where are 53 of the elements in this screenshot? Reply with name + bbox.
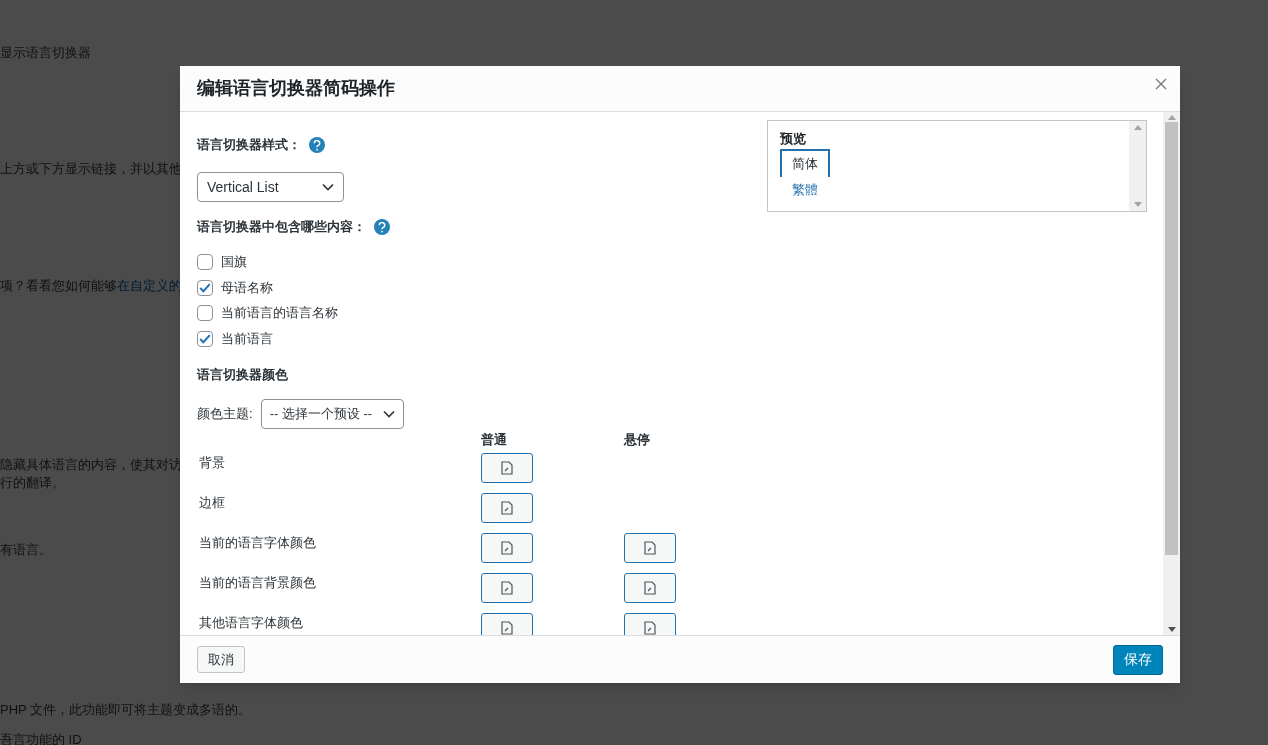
color-picker-button[interactable] [624, 613, 676, 635]
color-row-label: 当前的语言字体颜色 [199, 535, 316, 550]
color-row-label: 其他语言字体颜色 [199, 615, 303, 630]
preview-language-link[interactable]: 繁體 [780, 176, 830, 203]
chevron-down-icon [322, 183, 334, 191]
help-icon[interactable] [309, 137, 325, 153]
file-edit-icon [644, 581, 656, 595]
checkmark-icon [199, 333, 211, 344]
file-edit-icon [501, 621, 513, 635]
color-picker-button[interactable] [624, 573, 676, 603]
content-label: 语言切换器中包含哪些内容： [197, 218, 366, 237]
option-label[interactable]: 国旗 [221, 252, 247, 272]
background-text: 行的翻译。 [0, 474, 65, 492]
dialog-title: 编辑语言切换器简码操作 [197, 77, 395, 100]
theme-select[interactable]: -- 选择一个预设 -- [260, 398, 404, 429]
color-picker-button[interactable] [481, 493, 533, 523]
checkmark-icon [199, 282, 211, 293]
help-icon[interactable] [374, 219, 390, 235]
cancel-button[interactable]: 取消 [197, 646, 245, 673]
checkbox[interactable] [197, 254, 213, 270]
preview-language-link[interactable]: 简体 [780, 148, 830, 177]
colors-heading: 语言切换器颜色 [197, 365, 289, 383]
file-edit-icon [644, 621, 656, 635]
color-row-label: 当前的语言背景颜色 [199, 575, 316, 590]
option-label[interactable]: 当前语言的语言名称 [221, 303, 338, 323]
save-button[interactable]: 保存 [1113, 644, 1163, 675]
preview-title: 预览 [780, 130, 806, 148]
option-label[interactable]: 当前语言 [221, 328, 273, 349]
color-picker-button[interactable] [481, 613, 533, 635]
checkbox[interactable] [197, 279, 213, 296]
color-picker-button[interactable] [481, 573, 533, 603]
column-header: 普通 [481, 431, 507, 447]
style-select[interactable]: Vertical List [197, 172, 344, 202]
theme-label: 颜色主题: [197, 404, 253, 423]
column-header: 悬停 [624, 431, 650, 447]
style-label: 语言切换器样式： [197, 136, 301, 155]
color-picker-button[interactable] [481, 453, 533, 483]
file-edit-icon [501, 501, 513, 515]
file-edit-icon [644, 541, 656, 555]
color-picker-button[interactable] [624, 533, 676, 563]
file-edit-icon [501, 541, 513, 555]
file-edit-icon [501, 461, 513, 475]
color-picker-button[interactable] [481, 533, 533, 563]
color-row-label: 背景 [199, 455, 225, 470]
checkbox[interactable] [197, 305, 213, 321]
close-icon[interactable] [1155, 78, 1167, 90]
scroll-down-icon[interactable] [1167, 627, 1176, 632]
scrollbar-thumb[interactable] [1165, 122, 1178, 555]
checkbox[interactable] [197, 330, 213, 347]
color-row-label: 边框 [199, 495, 225, 510]
file-edit-icon [501, 581, 513, 595]
chevron-down-icon [382, 409, 395, 418]
option-label[interactable]: 母语名称 [221, 277, 273, 298]
